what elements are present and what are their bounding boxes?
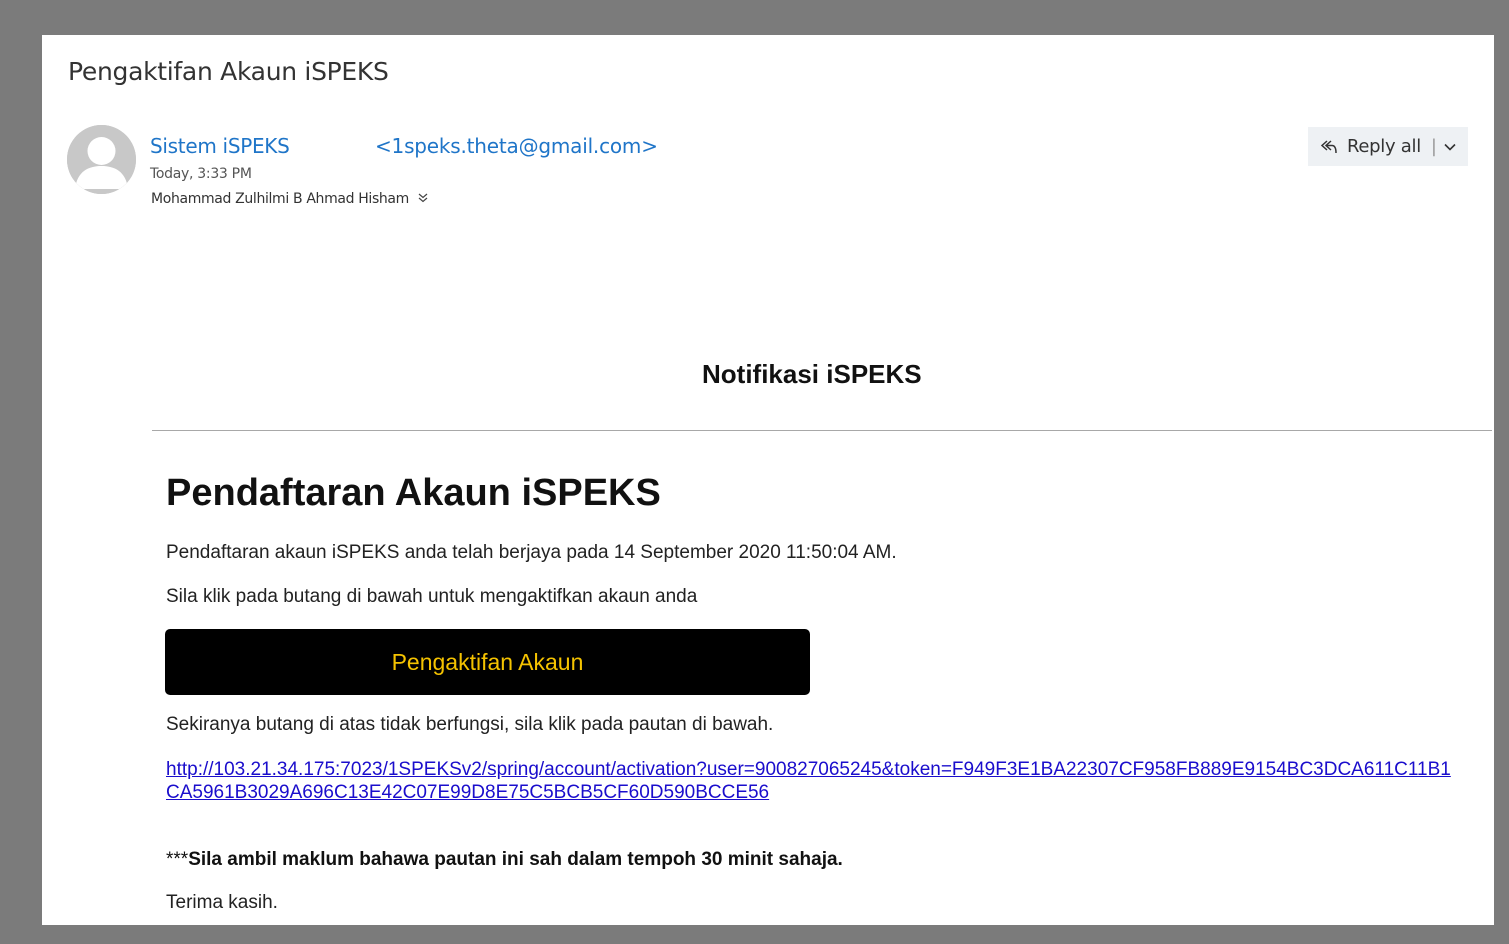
expand-recipients-icon[interactable] [418,192,428,206]
sender-email[interactable]: <1speks.theta@gmail.com> [375,134,658,158]
activate-account-button[interactable]: Pengaktifan Akaun [165,629,810,695]
validity-notice: ***Sila ambil maklum bahawa pautan ini s… [166,849,843,871]
email-subject: Pengaktifan Akaun iSPEKS [68,57,389,86]
notice-text: Sila ambil maklum bahawa pautan ini sah … [188,849,843,870]
avatar[interactable] [67,125,136,194]
divider [152,430,1492,431]
page-title: Pendaftaran Akaun iSPEKS [166,472,661,514]
notice-prefix: *** [166,849,189,870]
email-timestamp: Today, 3:33 PM [150,166,252,182]
chevron-down-icon[interactable] [1443,140,1457,154]
registration-text: Pendaftaran akaun iSPEKS anda telah berj… [166,542,897,563]
notification-title: Notifikasi iSPEKS [702,359,922,389]
activation-link[interactable]: http://103.21.34.175:7023/1SPEKSv2/sprin… [166,758,1456,804]
email-reading-pane: Pengaktifan Akaun iSPEKS Sistem iSPEKS <… [42,35,1494,925]
fallback-text: Sekiranya butang di atas tidak berfungsi… [166,714,774,735]
reply-all-button[interactable]: Reply all | [1308,127,1468,166]
recipient-name: Mohammad Zulhilmi B Ahmad Hisham [151,191,409,207]
reply-separator: | [1430,136,1437,157]
instruction-text: Sila klik pada butang di bawah untuk men… [166,586,698,607]
recipient-line[interactable]: Mohammad Zulhilmi B Ahmad Hisham [151,191,428,207]
reply-all-label: Reply all [1347,136,1421,157]
reply-all-icon [1320,138,1338,156]
user-silhouette-icon [67,125,136,194]
thanks-text: Terima kasih. [166,892,278,913]
sender-name[interactable]: Sistem iSPEKS [150,134,290,158]
